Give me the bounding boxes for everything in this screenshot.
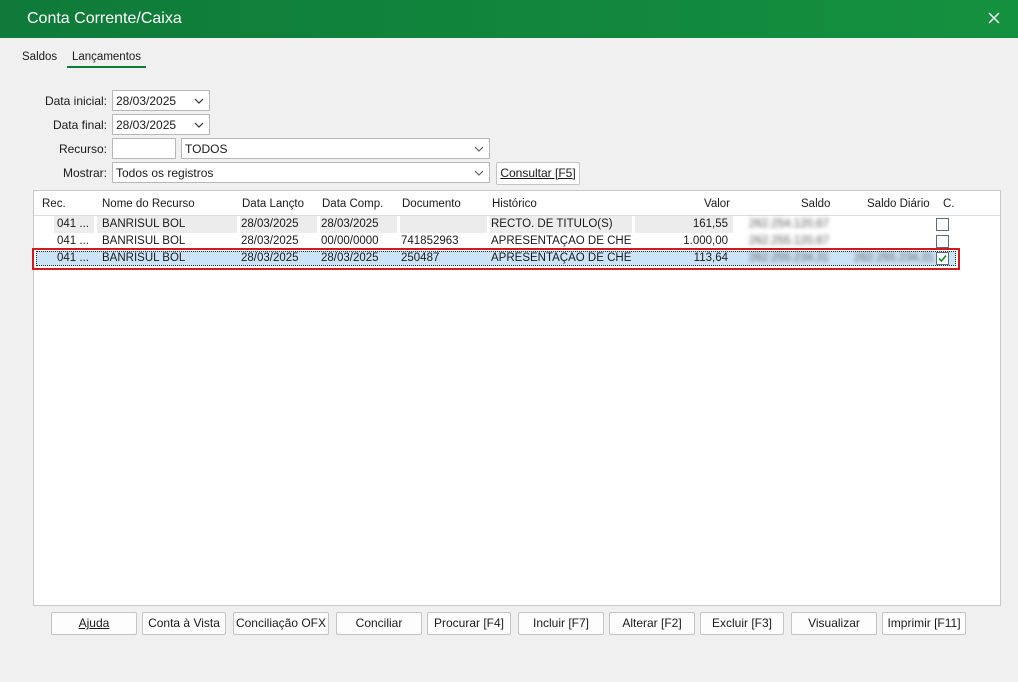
cell-data-lancto: 28/03/2025 bbox=[241, 218, 299, 230]
title-bar: Conta Corrente/Caixa bbox=[0, 0, 1018, 38]
recurso-select[interactable]: TODOS bbox=[181, 138, 490, 159]
conta-vista-button[interactable]: Conta à Vista bbox=[142, 612, 226, 635]
cell-valor: 113,64 bbox=[693, 252, 728, 264]
col-historico[interactable]: Histórico bbox=[492, 198, 537, 210]
cell-documento: 741852963 bbox=[401, 235, 459, 247]
table-row[interactable]: 041 ... BANRISUL BOL 28/03/2025 28/03/20… bbox=[34, 216, 1000, 233]
tab-lancamentos[interactable]: Lançamentos bbox=[67, 51, 147, 68]
data-inicial-label: Data inicial: bbox=[44, 94, 107, 108]
conta-vista-label: Conta à Vista bbox=[148, 616, 220, 630]
col-data-lancto[interactable]: Data Lançto bbox=[242, 198, 304, 210]
cell-rec: 041 ... bbox=[57, 235, 89, 247]
conciliacao-ofx-label: Conciliação OFX bbox=[235, 616, 327, 630]
cell-historico: RECTO. DE TÍTULO(S) bbox=[491, 218, 613, 230]
cell-data-comp: 00/00/0000 bbox=[321, 235, 379, 247]
conciliar-button[interactable]: Conciliar bbox=[336, 612, 422, 635]
col-saldo[interactable]: Saldo bbox=[801, 198, 830, 210]
mostrar-value: Todos os registros bbox=[116, 166, 214, 180]
col-rec[interactable]: Rec. bbox=[42, 198, 66, 210]
window-title: Conta Corrente/Caixa bbox=[27, 10, 182, 27]
data-final-label: Data final: bbox=[52, 118, 107, 132]
cell-historico: APRESENTAÇÃO DE CHE... bbox=[491, 252, 631, 264]
imprimir-label: Imprimir [F11] bbox=[887, 616, 961, 630]
chevron-down-icon bbox=[194, 122, 204, 128]
lancamentos-grid[interactable]: Rec. Nome do Recurso Data Lançto Data Co… bbox=[32, 190, 1001, 606]
conciliar-label: Conciliar bbox=[355, 616, 403, 630]
cell-saldo: 262.254.120,67 bbox=[749, 218, 829, 230]
checkmark-icon bbox=[938, 254, 947, 263]
procurar-label: Procurar [F4] bbox=[433, 616, 505, 630]
excluir-button[interactable]: Excluir [F3] bbox=[700, 612, 784, 635]
col-nome-recurso[interactable]: Nome do Recurso bbox=[102, 198, 195, 210]
consultar-label: Consultar [F5] bbox=[500, 166, 576, 180]
chevron-down-icon bbox=[474, 170, 484, 176]
close-icon bbox=[988, 12, 1000, 24]
visualizar-button[interactable]: Visualizar bbox=[791, 612, 877, 635]
col-saldo-diario[interactable]: Saldo Diário bbox=[867, 198, 930, 210]
cell-saldo: 262.255.120,67 bbox=[749, 235, 829, 247]
recurso-code-input[interactable] bbox=[112, 138, 176, 159]
table-row-selected[interactable]: 041 ... BANRISUL BOL 28/03/2025 28/03/20… bbox=[32, 248, 1000, 270]
cell-data-lancto: 28/03/2025 bbox=[241, 235, 299, 247]
close-button[interactable] bbox=[982, 6, 1006, 30]
grid-header: Rec. Nome do Recurso Data Lançto Data Co… bbox=[34, 191, 1000, 216]
incluir-label: Incluir [F7] bbox=[532, 616, 589, 630]
cell-nome: BANRISUL BOL bbox=[102, 235, 186, 247]
conciliado-checkbox[interactable] bbox=[936, 218, 949, 231]
cell-saldo: 262.255.234,31 bbox=[749, 252, 829, 264]
col-data-comp[interactable]: Data Comp. bbox=[322, 198, 383, 210]
cell-data-lancto: 28/03/2025 bbox=[241, 252, 299, 264]
col-documento[interactable]: Documento bbox=[402, 198, 461, 210]
mostrar-label: Mostrar: bbox=[62, 166, 107, 180]
data-inicial-picker[interactable]: 28/03/2025 bbox=[112, 90, 210, 111]
cell-valor: 161,55 bbox=[692, 218, 728, 230]
cell-saldo-diario: 262.255.234,31 bbox=[854, 252, 934, 264]
imprimir-button[interactable]: Imprimir [F11] bbox=[882, 612, 966, 635]
cell-data-comp: 28/03/2025 bbox=[321, 252, 379, 264]
data-final-picker[interactable]: 28/03/2025 bbox=[112, 114, 210, 135]
cell-rec: 041 ... bbox=[57, 218, 89, 230]
cell-data-comp: 28/03/2025 bbox=[321, 218, 379, 230]
ajuda-label: Ajuda bbox=[78, 616, 110, 630]
incluir-button[interactable]: Incluir [F7] bbox=[518, 612, 604, 635]
cell-valor: 1.000,00 bbox=[683, 235, 728, 247]
cell-historico: APRESENTAÇÃO DE CHE... bbox=[491, 235, 631, 247]
visualizar-label: Visualizar bbox=[808, 616, 860, 630]
conciliado-checkbox[interactable] bbox=[936, 235, 949, 248]
chevron-down-icon bbox=[474, 146, 484, 152]
cell-rec: 041 ... bbox=[57, 252, 89, 264]
alterar-button[interactable]: Alterar [F2] bbox=[609, 612, 695, 635]
ajuda-button[interactable]: Ajuda bbox=[51, 612, 137, 635]
cell-nome: BANRISUL BOL bbox=[102, 218, 186, 230]
cell-nome: BANRISUL BOL bbox=[102, 252, 186, 264]
chevron-down-icon bbox=[194, 98, 204, 104]
excluir-label: Excluir [F3] bbox=[711, 616, 772, 630]
tab-strip: Saldos Lançamentos bbox=[0, 38, 1018, 70]
conciliacao-ofx-button[interactable]: Conciliação OFX bbox=[233, 612, 329, 635]
consultar-button[interactable]: Consultar [F5] bbox=[496, 162, 580, 185]
col-conciliado[interactable]: C. bbox=[943, 198, 955, 210]
tab-saldos[interactable]: Saldos bbox=[22, 51, 57, 63]
alterar-label: Alterar [F2] bbox=[622, 616, 682, 630]
procurar-button[interactable]: Procurar [F4] bbox=[427, 612, 511, 635]
data-inicial-value: 28/03/2025 bbox=[116, 94, 177, 108]
conciliado-checkbox[interactable] bbox=[936, 252, 949, 265]
recurso-label: Recurso: bbox=[58, 142, 107, 156]
cell-documento: 250487 bbox=[401, 252, 440, 264]
data-final-value: 28/03/2025 bbox=[116, 118, 177, 132]
recurso-value: TODOS bbox=[185, 142, 228, 156]
col-valor[interactable]: Valor bbox=[704, 198, 730, 210]
mostrar-select[interactable]: Todos os registros bbox=[112, 162, 490, 183]
